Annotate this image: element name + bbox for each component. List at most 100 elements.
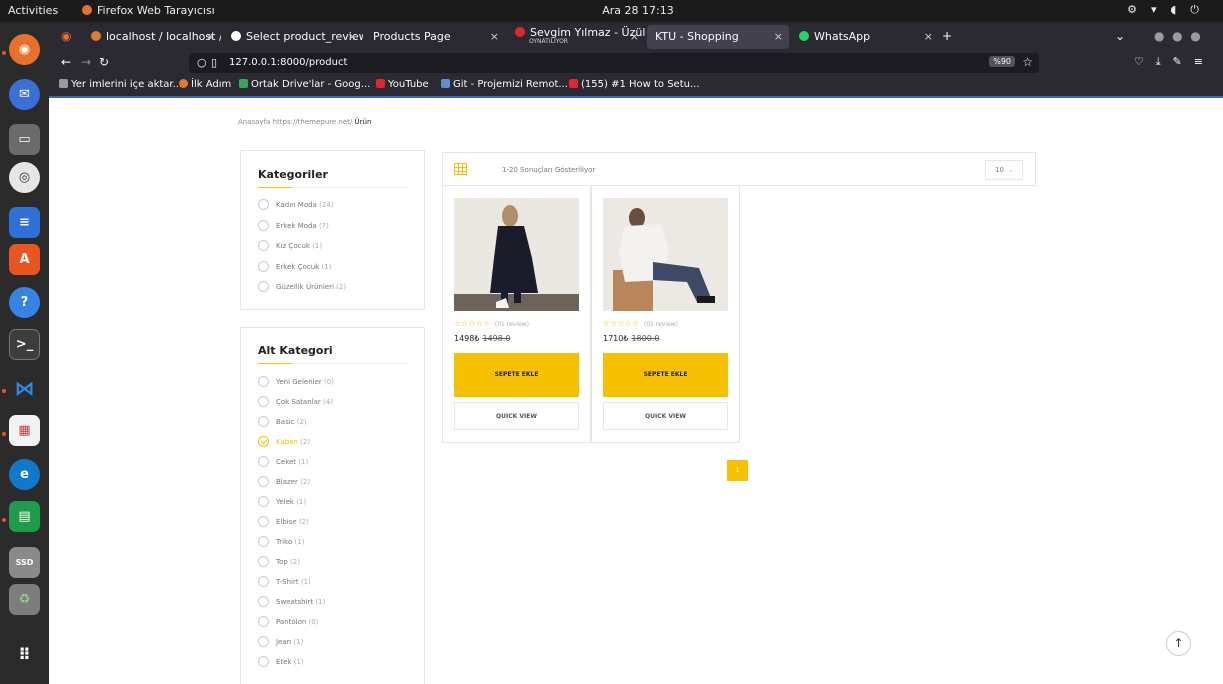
radio-icon[interactable] — [258, 596, 269, 607]
window-controls[interactable]: ● ● ● — [1154, 29, 1201, 43]
filter-option[interactable]: T-Shirt (1) — [258, 576, 311, 587]
bookmark-video[interactable]: (155) #1 How to Setu... — [569, 79, 700, 90]
product-image[interactable] — [603, 198, 728, 311]
close-icon[interactable]: × — [924, 30, 933, 43]
review-count[interactable]: (01 review) — [644, 321, 678, 328]
firefox-icon[interactable]: ◉ — [9, 34, 40, 65]
pagination-page-1[interactable]: 1 — [727, 460, 748, 481]
page-icon[interactable]: ▯ — [211, 56, 217, 69]
radio-icon[interactable] — [258, 260, 269, 272]
show-apps-icon[interactable]: ⠿ — [9, 639, 40, 670]
list-all-tabs-icon[interactable]: ⌄ — [1115, 29, 1125, 43]
reload-icon[interactable]: ↻ — [99, 55, 109, 69]
radio-icon[interactable] — [258, 240, 269, 251]
radio-icon[interactable] — [258, 416, 269, 427]
url-input[interactable]: 127.0.0.1:8000/product — [229, 57, 347, 68]
filter-option[interactable]: Yelek (1) — [258, 496, 306, 507]
calendar-icon[interactable]: ▦ — [9, 415, 40, 446]
filter-option[interactable]: Kadın Moda (24) — [258, 199, 333, 210]
help-icon[interactable]: ? — [9, 287, 40, 318]
firefox-view-icon[interactable]: ◉ — [61, 29, 71, 43]
writer-icon[interactable]: ≡ — [9, 207, 40, 238]
grid-view-icon[interactable] — [454, 163, 467, 175]
filter-option[interactable]: Kaban (2) — [258, 436, 310, 447]
close-icon[interactable]: × — [774, 30, 783, 43]
back-icon[interactable]: ← — [61, 55, 71, 69]
app-menu[interactable]: Firefox Web Tarayıcısı — [82, 4, 215, 17]
trash-icon[interactable]: ♻ — [9, 584, 40, 615]
activities-button[interactable]: Activities — [8, 4, 58, 17]
filter-option[interactable]: Jean (1) — [258, 636, 303, 647]
radio-icon[interactable] — [258, 556, 269, 567]
filter-option[interactable]: Ceket (1) — [258, 456, 308, 467]
edge-icon[interactable]: e — [9, 459, 40, 490]
url-bar[interactable]: ○ ▯ 127.0.0.1:8000/product %90 ☆ — [189, 53, 1039, 73]
close-icon[interactable]: × — [348, 30, 357, 43]
radio-icon[interactable] — [258, 656, 269, 667]
zoom-indicator[interactable]: %90 — [989, 56, 1015, 67]
quick-view-button[interactable]: QUICK VIEW — [454, 402, 579, 430]
radio-icon[interactable] — [258, 199, 269, 210]
radio-icon[interactable] — [258, 576, 269, 587]
tab-ktu-shopping[interactable]: KTU - Shopping × — [647, 25, 789, 49]
tab-localhost[interactable]: localhost / localhost / ec× — [83, 25, 221, 49]
calc-icon[interactable]: ▤ — [9, 501, 40, 532]
ssd-drive-icon[interactable]: SSD — [9, 547, 40, 578]
filter-option[interactable]: Erkek Moda (7) — [258, 219, 329, 231]
bookmark-drive[interactable]: Ortak Drive'lar - Goog... — [239, 79, 370, 90]
bookmark-star-icon[interactable]: ☆ — [1022, 55, 1033, 69]
filter-option[interactable]: Kız Çocuk (1) — [258, 240, 322, 251]
filter-option[interactable]: Güzellik Ürünleri (2) — [258, 281, 346, 292]
thunderbird-icon[interactable]: ✉ — [9, 79, 40, 110]
radio-icon[interactable] — [258, 516, 269, 527]
breadcrumb-link[interactable]: https://themepure.net/ — [273, 118, 353, 126]
radio-icon[interactable] — [258, 396, 269, 407]
filter-option[interactable]: Yeni Gelenler (0) — [258, 376, 334, 387]
back-to-top-button[interactable]: ↑ — [1166, 631, 1191, 656]
files-icon[interactable]: ▭ — [9, 124, 40, 155]
bookmark-ilk-adim[interactable]: İlk Adım — [179, 79, 231, 90]
bookmark-youtube[interactable]: YouTube — [376, 79, 429, 90]
filter-option[interactable]: Basic (2) — [258, 416, 307, 427]
radio-icon[interactable] — [258, 281, 269, 292]
filter-option[interactable]: Elbise (2) — [258, 516, 309, 527]
radio-icon[interactable] — [258, 376, 269, 387]
radio-icon[interactable] — [258, 456, 269, 467]
toolbar-icons[interactable]: ♡⤓✎≡ — [1134, 55, 1215, 69]
radio-icon[interactable] — [258, 436, 269, 447]
add-to-cart-button[interactable]: SEPETE EKLE — [603, 353, 728, 397]
filter-option[interactable]: Blazer (2) — [258, 476, 310, 487]
clock[interactable]: Ara 28 17:13 — [578, 4, 698, 17]
close-icon[interactable]: × — [206, 30, 215, 43]
tab-youtube-music[interactable]: Sevgim Yılmaz - ÜzülmeOYNATILIYOR× — [507, 25, 645, 49]
bookmark-git[interactable]: Git - Projemizi Remot... — [441, 79, 568, 90]
radio-icon[interactable] — [258, 616, 269, 627]
filter-option[interactable]: Triko (1) — [258, 536, 304, 547]
forward-icon[interactable]: → — [81, 55, 91, 69]
product-image[interactable] — [454, 198, 579, 311]
shield-icon[interactable]: ○ — [197, 56, 207, 69]
review-count[interactable]: (01 review) — [495, 321, 529, 328]
radio-icon[interactable] — [258, 219, 269, 231]
close-icon[interactable]: × — [490, 30, 499, 43]
per-page-select[interactable]: 10 ⌄ — [985, 160, 1023, 180]
breadcrumb-home[interactable]: Anasayfa — [238, 118, 270, 126]
tab-products-page[interactable]: Products Page × — [365, 25, 505, 49]
quick-view-button[interactable]: QUICK VIEW — [603, 402, 728, 430]
terminal-icon[interactable]: >_ — [9, 329, 40, 360]
radio-icon[interactable] — [258, 536, 269, 547]
add-to-cart-button[interactable]: SEPETE EKLE — [454, 353, 579, 397]
rhythmbox-icon[interactable]: ◎ — [9, 162, 40, 193]
system-tray-icons[interactable]: ⚙▾◖⏻ — [1127, 3, 1213, 17]
radio-icon[interactable] — [258, 636, 269, 647]
radio-icon[interactable] — [258, 496, 269, 507]
tab-whatsapp[interactable]: WhatsApp × — [791, 25, 939, 49]
filter-option[interactable]: Etek (1) — [258, 656, 304, 667]
vscode-icon[interactable]: ⋈ — [9, 372, 40, 403]
filter-option[interactable]: Sweatshirt (1) — [258, 596, 325, 607]
filter-option[interactable]: Çok Satanlar (4) — [258, 396, 333, 407]
bookmark-import[interactable]: Yer imlerini içe aktar... — [59, 79, 182, 90]
radio-icon[interactable] — [258, 476, 269, 487]
filter-option[interactable]: Pantolon (0) — [258, 616, 318, 627]
filter-option[interactable]: Top (2) — [258, 556, 300, 567]
